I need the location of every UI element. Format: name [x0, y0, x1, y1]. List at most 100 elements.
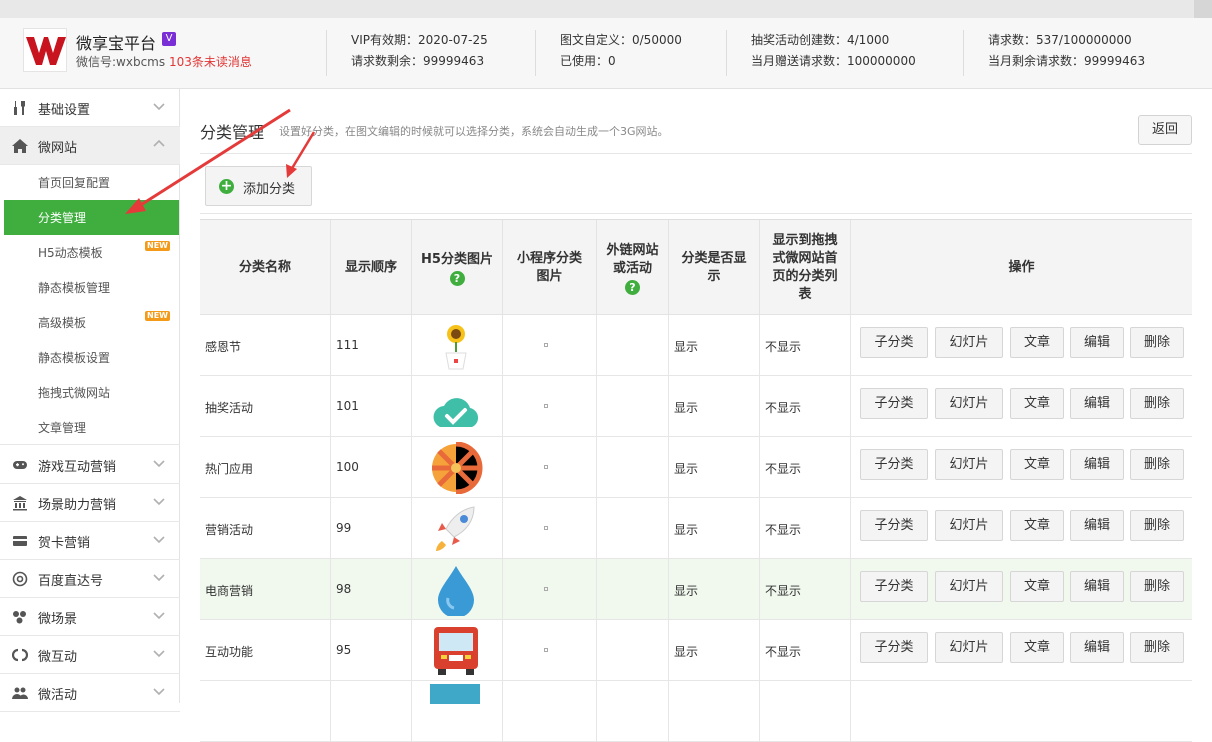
- edit-button[interactable]: 编辑: [1070, 449, 1124, 480]
- edit-button[interactable]: 编辑: [1070, 571, 1124, 602]
- home-list-status: 不显示: [765, 462, 802, 476]
- stat-line: 抽奖活动创建数：4/1000: [751, 33, 890, 47]
- sub-category-button[interactable]: 子分类: [860, 571, 928, 602]
- add-category-button[interactable]: + 添加分类: [205, 166, 312, 206]
- sidebar-item-articles[interactable]: 文章管理: [0, 410, 180, 445]
- sub-category-button[interactable]: 子分类: [860, 388, 928, 419]
- header-text: 图片: [536, 269, 563, 284]
- delete-button[interactable]: 删除: [1130, 388, 1184, 419]
- home-icon: [12, 139, 28, 153]
- chevron-down-icon: [153, 536, 165, 544]
- sub-category-button[interactable]: 子分类: [860, 449, 928, 480]
- cell-mini-image: [503, 315, 597, 376]
- unread-messages-link[interactable]: 103条未读消息: [169, 53, 252, 70]
- articles-button[interactable]: 文章: [1010, 388, 1064, 419]
- sidebar-item-drag-site[interactable]: 拖拽式微网站: [0, 375, 180, 410]
- category-name: 感恩节: [205, 340, 242, 354]
- header-text: 小程序分类: [516, 251, 582, 266]
- sidebar-item-h5-templates[interactable]: H5动态模板 NEW: [0, 235, 180, 270]
- column-header-show: 分类是否显示: [669, 220, 760, 316]
- table-row: 营销活动 99 显示 不显示 子分类 幻灯片 文章 编辑 删除: [200, 498, 1192, 559]
- sidebar-group-card-marketing[interactable]: 贺卡营销: [0, 522, 180, 560]
- sunflower-icon: [428, 320, 484, 372]
- sidebar-item-static-templates[interactable]: 静态模板管理: [0, 270, 180, 305]
- sidebar-group-micro-scene[interactable]: 微场景: [0, 598, 180, 636]
- stat-line: VIP有效期：2020-07-25: [351, 33, 488, 47]
- back-button[interactable]: 返回: [1138, 115, 1192, 145]
- articles-button[interactable]: 文章: [1010, 510, 1064, 541]
- header-text: 显示到拖拽: [772, 233, 838, 248]
- edit-button[interactable]: 编辑: [1070, 510, 1124, 541]
- sidebar-group-micro-site[interactable]: 微网站: [0, 127, 180, 165]
- cloud-check-icon: [428, 381, 484, 433]
- broken-image-icon: [544, 404, 548, 408]
- delete-button[interactable]: 删除: [1130, 327, 1184, 358]
- sub-category-button[interactable]: 子分类: [860, 327, 928, 358]
- add-category-label: 添加分类: [243, 182, 296, 197]
- cell-h5-image: [412, 559, 503, 620]
- stats-requests: 请求数：537/100000000 当月剩余请求数：99999463: [963, 30, 1145, 76]
- sidebar-group-micro-interaction[interactable]: 微互动: [0, 636, 180, 674]
- category-name: 互动功能: [205, 645, 254, 659]
- slideshow-button[interactable]: 幻灯片: [935, 632, 1003, 663]
- sidebar-item-category-management[interactable]: 分类管理: [4, 200, 179, 235]
- articles-button[interactable]: 文章: [1010, 449, 1064, 480]
- edit-button[interactable]: 编辑: [1070, 327, 1124, 358]
- delete-button[interactable]: 删除: [1130, 632, 1184, 663]
- slideshow-button[interactable]: 幻灯片: [935, 510, 1003, 541]
- sidebar-item-home-reply[interactable]: 首页回复配置: [0, 165, 180, 200]
- edit-button[interactable]: 编辑: [1070, 632, 1124, 663]
- show-status: 显示: [674, 462, 699, 476]
- sidebar-group-micro-activity[interactable]: 微活动: [0, 674, 180, 712]
- help-icon[interactable]: ?: [625, 279, 640, 295]
- plus-circle-icon: +: [219, 178, 234, 194]
- chevron-down-icon: [153, 498, 165, 506]
- stat-line: 已使用：0: [560, 54, 616, 68]
- stat-line: 图文自定义：0/50000: [560, 33, 682, 47]
- site-name: 微享宝平台: [76, 34, 157, 53]
- sidebar-group-label: 微活动: [38, 688, 78, 703]
- sidebar-item-static-template-settings[interactable]: 静态模板设置: [0, 340, 180, 375]
- sidebar-item-advanced-templates[interactable]: 高级模板 NEW: [0, 305, 180, 340]
- display-order: 100: [336, 460, 359, 474]
- sidebar-group-basic-settings[interactable]: 基础设置: [0, 89, 180, 127]
- help-icon[interactable]: ?: [449, 270, 465, 286]
- stat-line: 当月剩余请求数：99999463: [988, 54, 1146, 68]
- cell-home-list: 不显示: [760, 559, 851, 620]
- slideshow-button[interactable]: 幻灯片: [935, 571, 1003, 602]
- sub-category-button[interactable]: 子分类: [860, 510, 928, 541]
- articles-button[interactable]: 文章: [1010, 327, 1064, 358]
- delete-button[interactable]: 删除: [1130, 510, 1184, 541]
- sidebar-group-game-marketing[interactable]: 游戏互动营销: [0, 446, 180, 484]
- articles-button[interactable]: 文章: [1010, 571, 1064, 602]
- sidebar-group-scene-marketing[interactable]: 场景助力营销: [0, 484, 180, 522]
- sidebar-item-label: 文章管理: [38, 421, 87, 435]
- cell-h5-image: [412, 315, 503, 376]
- show-status: 显示: [674, 340, 699, 354]
- cell-h5-image: [412, 376, 503, 437]
- show-status: 显示: [674, 645, 699, 659]
- chevron-down-icon: [153, 103, 165, 111]
- slideshow-button[interactable]: 幻灯片: [935, 388, 1003, 419]
- table-header: 分类名称 显示顺序 H5分类图片? 小程序分类 图片 外链网站 或活动? 分类是否显…: [200, 219, 1192, 316]
- cell: [200, 681, 331, 742]
- slideshow-button[interactable]: 幻灯片: [935, 449, 1003, 480]
- cell-order: 95: [331, 620, 412, 681]
- home-list-status: 不显示: [765, 645, 802, 659]
- home-list-status: 不显示: [765, 340, 802, 354]
- logo: [23, 28, 67, 72]
- chevron-down-icon: [153, 688, 165, 696]
- delete-button[interactable]: 删除: [1130, 571, 1184, 602]
- edit-button[interactable]: 编辑: [1070, 388, 1124, 419]
- broken-image-icon: [544, 587, 548, 591]
- sub-category-button[interactable]: 子分类: [860, 632, 928, 663]
- cell-home-list: 不显示: [760, 620, 851, 681]
- articles-button[interactable]: 文章: [1010, 632, 1064, 663]
- people-icon: [12, 687, 28, 699]
- slideshow-button[interactable]: 幻灯片: [935, 327, 1003, 358]
- category-name: 电商营销: [205, 584, 254, 598]
- partial-image: [430, 684, 480, 704]
- cell-order: 99: [331, 498, 412, 559]
- sidebar-group-baidu[interactable]: 百度直达号: [0, 560, 180, 598]
- delete-button[interactable]: 删除: [1130, 449, 1184, 480]
